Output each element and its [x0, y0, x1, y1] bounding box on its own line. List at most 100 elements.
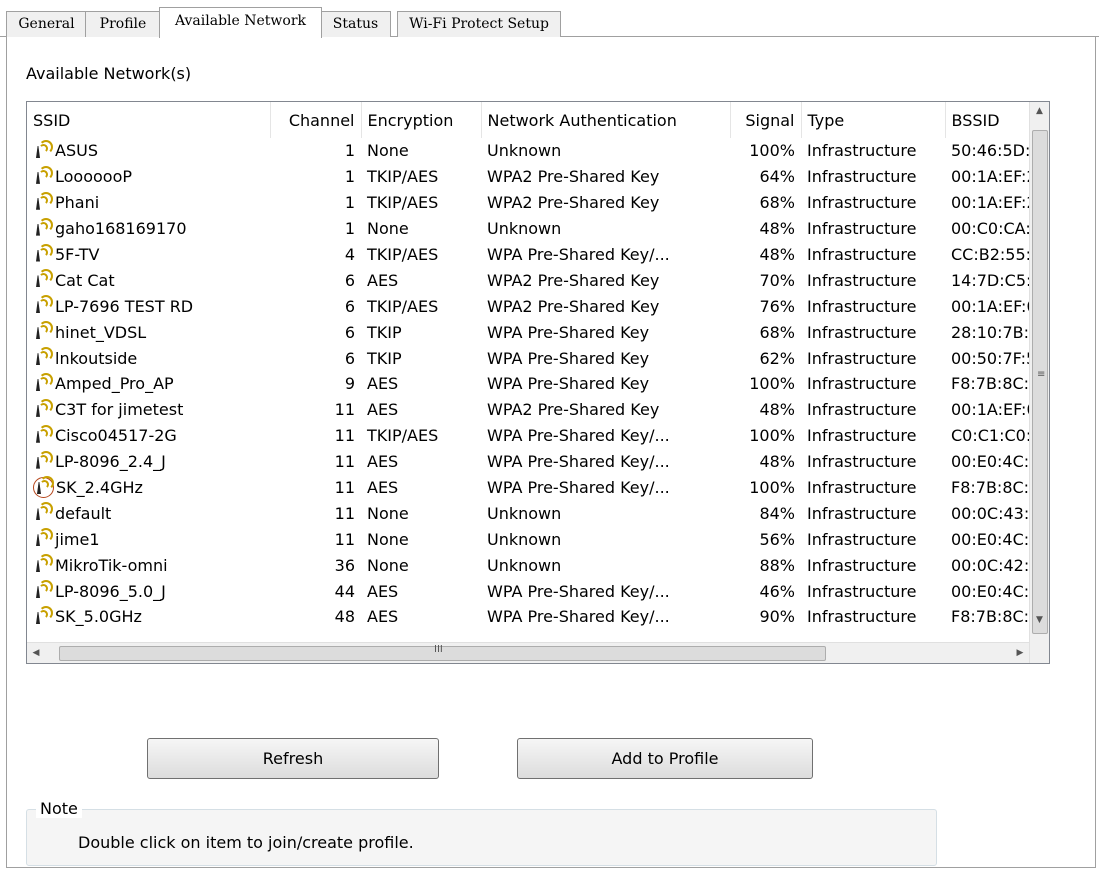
wifi-antenna-icon	[33, 269, 55, 289]
table-row[interactable]: ASUS 1 None Unknown 100% Infrastructure 50:46:…	[27, 138, 1049, 164]
cell-auth: WPA2 Pre-Shared Key	[487, 270, 660, 290]
table-row[interactable]: lnkoutside 6 TKIP WPA Pre-Shared Key 62% Infr…	[27, 345, 1049, 371]
cell-channel: 11	[334, 529, 355, 549]
cell-ssid: Cisco04517-2G	[27, 423, 270, 449]
ssid-label: gaho168169170	[55, 219, 187, 239]
table-row[interactable]: gaho168169170 1 None Unknown 48% Infrastructu…	[27, 216, 1049, 242]
wifi-antenna-icon	[33, 243, 55, 264]
cell-type: Infrastructure	[807, 167, 917, 187]
cell-type: Infrastructure	[807, 555, 917, 575]
cell-signal: 64%	[759, 167, 795, 187]
table-row[interactable]: LP-8096_2.4_J 11 AES WPA Pre-Shared Key/...…	[27, 449, 1049, 475]
ssid-label: 5F-TV	[55, 245, 100, 264]
cell-type: Infrastructure	[807, 296, 917, 316]
scroll-right-arrow-icon[interactable]: ▶	[1011, 643, 1029, 663]
network-list[interactable]: SSID Channel Encryption Network Authenti…	[26, 101, 1050, 664]
table-row[interactable]: C3T for jimetest 11 AES WPA2 Pre-Shared Key…	[27, 397, 1049, 423]
available-networks-label: Available Network(s)	[26, 64, 192, 83]
cell-channel: 9	[344, 374, 355, 394]
cell-encryption: AES	[367, 452, 399, 472]
cell-auth: Unknown	[487, 219, 562, 239]
cell-auth: WPA Pre-Shared Key	[487, 348, 650, 368]
cell-signal: 68%	[759, 193, 795, 213]
cell-ssid: ASUS	[27, 138, 270, 164]
refresh-button[interactable]: Refresh	[147, 738, 439, 779]
cell-signal: 88%	[759, 555, 795, 575]
cell-ssid: SK_2.4GHz	[27, 475, 270, 501]
cell-type: Infrastructure	[807, 270, 917, 290]
wifi-antenna-icon	[33, 165, 55, 186]
cell-ssid: MikroTik-omni	[27, 552, 270, 578]
cell-type: Infrastructure	[807, 348, 917, 368]
horizontal-scrollbar[interactable]: ◀ III ▶	[27, 642, 1029, 663]
vertical-scrollbar[interactable]: ▲ ≡ ▼	[1029, 102, 1049, 663]
scroll-down-arrow-icon[interactable]: ▼	[1030, 611, 1049, 629]
vertical-scroll-thumb[interactable]: ≡	[1032, 130, 1048, 634]
cell-ssid: LP-7696 TEST RD	[27, 293, 270, 319]
table-row[interactable]: SK_5.0GHz 48 AES WPA Pre-Shared Key/... 90% I…	[27, 604, 1049, 630]
cell-encryption: TKIP/AES	[367, 426, 439, 446]
table-row[interactable]: hinet_VDSL 6 TKIP WPA Pre-Shared Key 68% Infr…	[27, 319, 1049, 345]
cell-channel: 11	[334, 400, 355, 420]
column-header-type[interactable]: Type	[801, 102, 946, 138]
ssid-label: jime1	[55, 529, 100, 549]
table-row[interactable]: Cat Cat 6 AES WPA2 Pre-Shared Key 70% Infrast…	[27, 267, 1049, 293]
table-row[interactable]: Amped_Pro_AP 9 AES WPA Pre-Shared Key 100% In…	[27, 371, 1049, 397]
cell-auth: WPA Pre-Shared Key/...	[487, 452, 670, 472]
cell-encryption: AES	[367, 581, 399, 601]
horizontal-scroll-thumb[interactable]: III	[59, 644, 826, 661]
ssid-label: LP-7696 TEST RD	[55, 296, 194, 316]
cell-auth: WPA Pre-Shared Key/...	[487, 478, 670, 498]
table-row[interactable]: SK_2.4GHz 11 AES WPA Pre-Shared Key/... 100%…	[27, 475, 1049, 501]
column-header-encryption[interactable]: Encryption	[361, 102, 482, 138]
cell-ssid: 5F-TV	[27, 242, 270, 268]
column-header-network-authentication[interactable]: Network Authentication	[481, 102, 731, 138]
tab-general[interactable]: General	[6, 11, 87, 37]
cell-ssid: default	[27, 500, 270, 526]
cell-signal: 48%	[759, 219, 795, 239]
tab-wifi-protect-setup[interactable]: Wi-Fi Protect Setup	[397, 11, 561, 37]
ssid-label: ASUS	[55, 141, 98, 161]
cell-auth: WPA2 Pre-Shared Key	[487, 400, 660, 420]
cell-signal: 70%	[759, 270, 795, 290]
column-header-signal[interactable]: Signal	[730, 102, 802, 138]
cell-channel: 6	[344, 270, 355, 290]
note-text: Double click on item to join/create prof…	[78, 833, 414, 852]
table-row[interactable]: 5F-TV 4 TKIP/AES WPA Pre-Shared Key/... 48% I…	[27, 242, 1049, 268]
cell-signal: 48%	[759, 400, 795, 420]
cell-auth: WPA Pre-Shared Key/...	[487, 245, 670, 264]
table-row[interactable]: jime1 11 None Unknown 56% Infrastructure 00:E0…	[27, 526, 1049, 552]
table-row[interactable]: LP-8096_5.0_J 44 AES WPA Pre-Shared Key/...…	[27, 578, 1049, 604]
cell-channel: 4	[344, 245, 355, 264]
wifi-antenna-icon	[33, 139, 55, 160]
tab-status[interactable]: Status	[320, 11, 391, 37]
column-header-ssid[interactable]: SSID	[27, 102, 271, 138]
wifi-antenna-icon	[33, 217, 55, 238]
ssid-label: hinet_VDSL	[55, 322, 147, 342]
scroll-up-arrow-icon[interactable]: ▲	[1030, 102, 1049, 120]
ssid-label: lnkoutside	[55, 348, 138, 368]
table-row[interactable]: MikroTik-omni 36 None Unknown 88% Infrastruct…	[27, 552, 1049, 578]
wifi-antenna-icon	[33, 398, 55, 419]
cell-auth: WPA2 Pre-Shared Key	[487, 296, 660, 316]
table-row[interactable]: Phani 1 TKIP/AES WPA2 Pre-Shared Key 68% Infr…	[27, 190, 1049, 216]
cell-encryption: AES	[367, 270, 399, 290]
cell-type: Infrastructure	[807, 503, 917, 523]
tab-strip: General Profile Available Network Status…	[0, 7, 1099, 38]
table-row[interactable]: Cisco04517-2G 11 TKIP/AES WPA Pre-Shared Ke…	[27, 423, 1049, 449]
cell-ssid: Amped_Pro_AP	[27, 371, 270, 397]
table-row[interactable]: LP-7696 TEST RD 6 TKIP/AES WPA2 Pre-Shared …	[27, 293, 1049, 319]
tab-profile[interactable]: Profile	[85, 11, 161, 37]
cell-type: Infrastructure	[807, 581, 917, 601]
add-to-profile-button[interactable]: Add to Profile	[517, 738, 813, 779]
ssid-label: LooooooP	[55, 167, 133, 187]
column-header-channel[interactable]: Channel	[270, 102, 362, 138]
scroll-left-arrow-icon[interactable]: ◀	[27, 643, 45, 663]
cell-encryption: AES	[367, 400, 399, 420]
table-row[interactable]: default 11 None Unknown 84% Infrastructure 00:…	[27, 500, 1049, 526]
cell-auth: Unknown	[487, 529, 562, 549]
cell-encryption: TKIP	[367, 348, 402, 368]
tab-available-network[interactable]: Available Network	[159, 7, 322, 38]
cell-ssid: LP-8096_5.0_J	[27, 578, 270, 604]
table-row[interactable]: LooooooP 1 TKIP/AES WPA2 Pre-Shared Key 64% I…	[27, 164, 1049, 190]
